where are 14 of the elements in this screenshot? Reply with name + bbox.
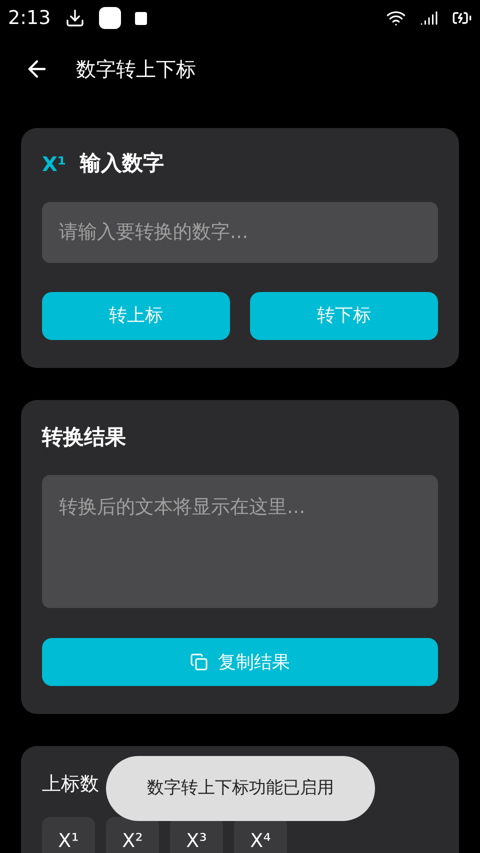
superscript-icon: X¹ xyxy=(42,148,66,179)
example-chip[interactable]: X¹ xyxy=(42,816,95,853)
card-title: 上标数 xyxy=(42,772,99,797)
page-title: 数字转上下标 xyxy=(76,56,196,83)
copy-icon xyxy=(190,653,208,671)
number-input-field[interactable]: 请输入要转换的数字... xyxy=(42,202,438,262)
signal-icon xyxy=(420,9,438,27)
status-time: 2:13 xyxy=(8,6,51,31)
download-icon xyxy=(64,8,85,28)
toast: 数字转上下标功能已启用 xyxy=(106,756,375,821)
card-title: 输入数字 xyxy=(80,150,164,177)
card-title: 转换结果 xyxy=(42,424,127,450)
example-chip[interactable]: X² xyxy=(106,816,159,853)
result-output-field[interactable]: 转换后的文本将显示在这里... xyxy=(42,475,438,608)
